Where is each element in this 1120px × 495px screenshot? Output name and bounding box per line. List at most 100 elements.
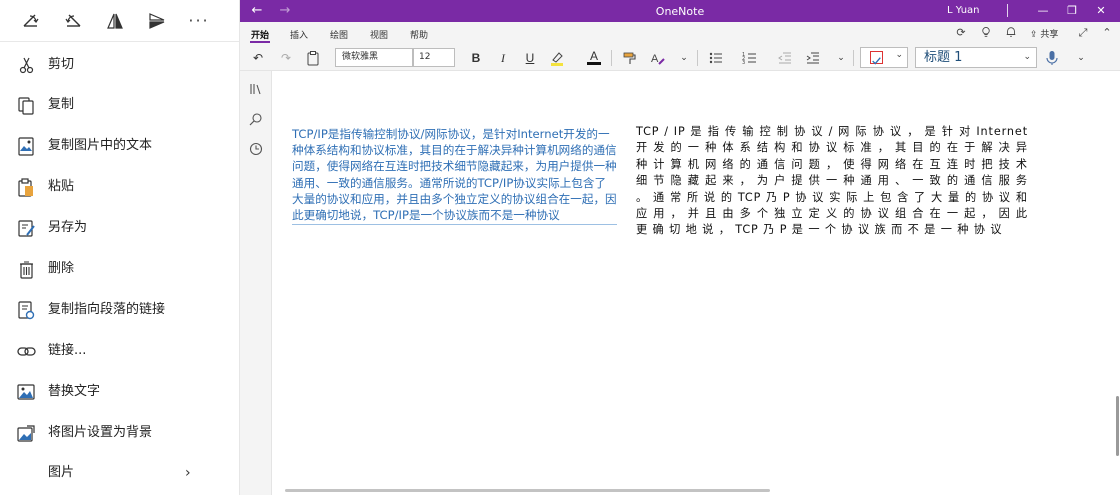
context-menu-toolbar: ···	[0, 0, 239, 42]
font-color-swatch	[587, 62, 601, 65]
more-options-button[interactable]: ···	[178, 6, 220, 36]
chevron-down-icon: ⌄	[895, 50, 903, 60]
dictate-chevron-icon[interactable]: ⌄	[1075, 50, 1087, 66]
sync-icon[interactable]: ⟳	[954, 26, 968, 40]
toolbar-separator	[611, 50, 612, 66]
menu-item-label: 替换文字	[48, 384, 101, 399]
note-paragraph-blue[interactable]: TCP/IP是指传输控制协议/网际协议，是针对Internet开发的一种体系结构…	[292, 126, 617, 226]
toolbar-separator	[853, 50, 854, 66]
style-name: 标题 1	[924, 50, 963, 65]
menu-item-label: 将图片设置为背景	[48, 425, 153, 440]
page-canvas[interactable]: TCP/IP是指传输控制协议/网际协议，是针对Internet开发的一种体系结构…	[273, 71, 1120, 495]
chevron-down-icon: ⌄	[1023, 52, 1031, 62]
paste-icon	[16, 177, 37, 198]
note-paragraph-extracted[interactable]: TCP / IP 是 指 传 输 控 制 协 议 / 网 际 协 议 ， 是 针…	[636, 124, 1028, 239]
menu-item-label: 粘贴	[48, 179, 75, 194]
menu-item-alt-text[interactable]: 替换文字	[0, 375, 239, 409]
clipboard-icon[interactable]	[305, 50, 321, 66]
menu-item-picture[interactable]: 图片 ›	[0, 456, 239, 490]
ribbon-toolbar: ↶ ↷ 微软雅黑 12 B I U A A ⌄ 1 2 3 ⌄ ⌄ 标题 1 ⌄…	[240, 44, 1120, 71]
tag-dropdown[interactable]: ⌄	[860, 47, 908, 68]
italic-button[interactable]: I	[495, 50, 511, 66]
share-label: 共享	[1040, 30, 1059, 40]
share-button[interactable]: ⇪ 共享	[1030, 27, 1058, 40]
horizontal-scrollbar[interactable]	[285, 489, 770, 492]
menu-item-label: 剪切	[48, 57, 75, 72]
image-text-icon	[16, 136, 37, 157]
menu-item-label: 链接...	[48, 343, 87, 358]
tab-home[interactable]: 开始	[249, 28, 271, 43]
scissors-icon	[16, 55, 37, 76]
flip-horizontal-icon[interactable]	[94, 6, 136, 36]
title-separator	[1007, 4, 1008, 17]
increase-indent-icon[interactable]	[805, 50, 821, 66]
decrease-indent-icon[interactable]	[777, 50, 793, 66]
notebooks-icon[interactable]	[249, 81, 263, 95]
image-context-menu: ··· 剪切 复制 复制图片中的文本 粘贴 另存为 删除 复制指向段落的链接 链…	[0, 0, 240, 495]
title-bar: ← → OneNote L Yuan — ❐ ✕	[240, 0, 1120, 22]
toolbar-separator	[697, 50, 698, 66]
chevron-right-icon: ›	[185, 465, 191, 481]
copy-icon	[16, 95, 37, 116]
rotate-left-icon[interactable]	[52, 6, 94, 36]
menu-item-label: 图片	[48, 465, 75, 480]
rotate-right-icon[interactable]	[10, 6, 52, 36]
style-dropdown[interactable]: 标题 1 ⌄	[915, 47, 1037, 68]
menu-item-link[interactable]: 链接...	[0, 334, 239, 368]
underline-button[interactable]: U	[522, 50, 538, 66]
tab-help[interactable]: 帮助	[410, 28, 428, 41]
bold-button[interactable]: B	[468, 50, 484, 66]
menu-item-copy[interactable]: 复制	[0, 88, 239, 122]
menu-item-label: 删除	[48, 261, 75, 276]
navigation-rail	[240, 71, 272, 495]
menu-item-delete[interactable]: 删除	[0, 252, 239, 286]
tab-insert[interactable]: 插入	[290, 28, 308, 41]
paragraph-chevron-icon[interactable]: ⌄	[835, 50, 847, 66]
save-as-icon	[16, 218, 37, 239]
undo-icon[interactable]: ↶	[250, 50, 266, 66]
menu-item-cut[interactable]: 剪切	[0, 48, 239, 82]
ribbon-tabs: 开始 插入 绘图 视图 帮助 ⟳ ⇪ 共享 ⤢ ⌃	[240, 22, 1120, 44]
collapse-ribbon-icon[interactable]: ⌃	[1100, 26, 1114, 40]
search-icon[interactable]	[249, 111, 263, 126]
redo-icon[interactable]: ↷	[278, 50, 294, 66]
menu-item-paste[interactable]: 粘贴	[0, 170, 239, 204]
font-size-field[interactable]: 12	[413, 48, 455, 67]
dictate-microphone-icon[interactable]	[1044, 50, 1060, 66]
expand-icon[interactable]: ⤢	[1076, 26, 1090, 40]
font-color-button[interactable]: A	[586, 50, 602, 66]
more-format-chevron-icon[interactable]: ⌄	[678, 50, 690, 66]
todo-checkbox-icon	[870, 51, 883, 65]
clear-format-icon[interactable]: A	[650, 50, 666, 66]
svg-text:A: A	[651, 53, 659, 65]
close-button[interactable]: ✕	[1093, 3, 1109, 19]
tab-draw[interactable]: 绘图	[330, 28, 348, 41]
menu-item-label: 复制	[48, 97, 75, 112]
bell-icon[interactable]	[1004, 26, 1018, 40]
font-name-field[interactable]: 微软雅黑	[335, 48, 413, 67]
link-paragraph-icon	[16, 300, 37, 321]
format-painter-icon[interactable]	[622, 50, 638, 66]
menu-item-set-picture-as-background[interactable]: 将图片设置为背景	[0, 416, 239, 450]
highlight-icon[interactable]	[549, 50, 565, 66]
recent-notes-icon[interactable]	[249, 141, 263, 156]
menu-item-label: 复制指向段落的链接	[48, 302, 166, 317]
menu-item-label: 复制图片中的文本	[48, 138, 153, 153]
menu-item-label: 另存为	[48, 220, 88, 235]
vertical-scrollbar[interactable]	[1116, 396, 1119, 456]
tab-view[interactable]: 视图	[370, 28, 388, 41]
menu-item-save-as[interactable]: 另存为	[0, 211, 239, 245]
share-icon: ⇪	[1030, 30, 1038, 40]
bullet-list-icon[interactable]	[708, 50, 724, 66]
screen: ··· 剪切 复制 复制图片中的文本 粘贴 另存为 删除 复制指向段落的链接 链…	[0, 0, 1120, 495]
minimize-button[interactable]: —	[1035, 3, 1051, 19]
lightbulb-icon[interactable]	[979, 26, 993, 40]
menu-item-copy-text-from-picture[interactable]: 复制图片中的文本	[0, 129, 239, 163]
menu-item-copy-link-to-paragraph[interactable]: 复制指向段落的链接	[0, 293, 239, 327]
numbered-list-icon[interactable]: 123	[742, 50, 758, 66]
svg-text:3: 3	[742, 60, 745, 66]
user-name[interactable]: L Yuan	[947, 5, 980, 16]
flip-vertical-icon[interactable]	[136, 6, 178, 36]
trash-icon	[16, 259, 37, 280]
maximize-button[interactable]: ❐	[1064, 3, 1080, 19]
